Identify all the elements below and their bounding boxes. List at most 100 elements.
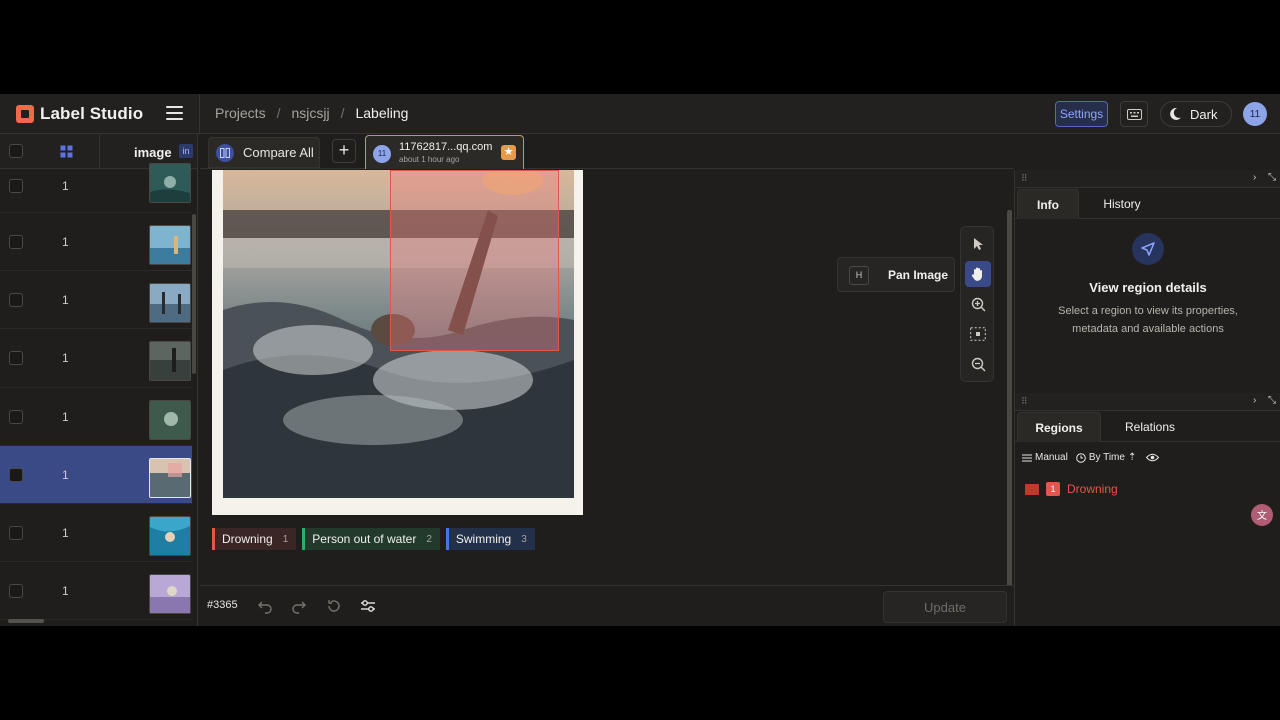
tab-regions[interactable]: Regions: [1017, 412, 1101, 442]
compare-all-button[interactable]: Compare All: [208, 137, 320, 168]
collapse-icon[interactable]: ›: [1253, 395, 1256, 406]
label-hotkey: 3: [521, 533, 527, 545]
table-row[interactable]: 1: [0, 163, 192, 213]
settings-sliders-icon[interactable]: [360, 598, 376, 614]
theme-toggle[interactable]: Dark: [1160, 101, 1232, 127]
sort-by-time-button[interactable]: By Time ⇡: [1076, 452, 1137, 463]
info-panel-header[interactable]: ⠿ › ⤡: [1015, 170, 1280, 188]
compare-all-label: Compare All: [243, 145, 314, 160]
eye-icon[interactable]: [1146, 453, 1160, 462]
cursor-icon: [974, 238, 983, 250]
table-row[interactable]: 1: [0, 388, 192, 446]
drag-handle-icon[interactable]: ⠿: [1021, 396, 1028, 407]
keyboard-shortcuts-button[interactable]: [1120, 101, 1148, 127]
drag-handle-icon[interactable]: ⠿: [1021, 173, 1028, 184]
row-checkbox[interactable]: [9, 409, 23, 424]
fit-tool[interactable]: [965, 321, 991, 347]
regions-panel-header[interactable]: ⠿ › ⤡: [1015, 393, 1280, 411]
hotkey-badge: H: [849, 266, 869, 285]
add-annotation-button[interactable]: +: [332, 139, 356, 163]
annotation-tab[interactable]: 11 11762817...qq.com about 1 hour ago ★: [365, 135, 524, 169]
annotation-count: 1: [62, 293, 69, 308]
zoom-in-tool[interactable]: [965, 291, 991, 317]
top-bar: Label Studio Projects / nsjcsjj / Labeli…: [0, 94, 1280, 134]
table-row[interactable]: 1: [0, 329, 192, 388]
fit-screen-icon: [970, 327, 986, 341]
label-name: Person out of water: [312, 532, 417, 546]
tab-relations[interactable]: Relations: [1115, 412, 1185, 442]
translate-icon[interactable]: 文: [1251, 504, 1273, 526]
row-checkbox[interactable]: [9, 179, 23, 193]
table-row[interactable]: 1: [0, 504, 192, 563]
region-type-icon: [1025, 483, 1039, 495]
sort-direction-icon: ⇡: [1127, 452, 1137, 463]
row-checkbox[interactable]: [9, 293, 23, 308]
collapse-icon[interactable]: ›: [1253, 172, 1256, 183]
row-checkbox[interactable]: [9, 467, 23, 482]
select-all-checkbox[interactable]: [9, 144, 23, 158]
table-row[interactable]: 1: [0, 562, 192, 621]
expand-icon[interactable]: ⤡: [1268, 172, 1276, 183]
row-checkbox[interactable]: [9, 525, 23, 540]
zoom-out-tool[interactable]: [965, 351, 991, 377]
label-swimming[interactable]: Swimming 3: [445, 528, 535, 550]
breadcrumb-project[interactable]: nsjcsjj: [291, 105, 329, 121]
info-title: View region details: [1089, 280, 1207, 295]
labeling-canvas[interactable]: H Pan Image Drowning 1 Person out of wat…: [200, 170, 1014, 586]
tab-info[interactable]: Info: [1017, 189, 1079, 219]
breadcrumb-separator: /: [340, 105, 345, 121]
label-drowning[interactable]: Drowning 1: [212, 528, 297, 550]
tab-history[interactable]: History: [1089, 189, 1155, 219]
star-icon[interactable]: ★: [501, 145, 516, 160]
table-row[interactable]: 1: [0, 213, 192, 272]
toolbar: [960, 226, 994, 382]
pan-tool[interactable]: [965, 261, 991, 287]
label-person-out-of-water[interactable]: Person out of water 2: [302, 528, 440, 550]
image-thumbnail: [149, 341, 191, 382]
task-image[interactable]: [223, 170, 574, 498]
columns-icon[interactable]: [60, 145, 73, 158]
hand-icon: [971, 267, 982, 281]
select-tool[interactable]: [965, 231, 991, 257]
table-row[interactable]: 1: [0, 445, 192, 504]
table-row[interactable]: 1: [0, 271, 192, 330]
canvas-scrollbar[interactable]: [1007, 210, 1012, 586]
label-studio-app: Label Studio Projects / nsjcsjj / Labeli…: [0, 94, 1280, 626]
label-hotkey: 2: [426, 533, 432, 545]
row-checkbox[interactable]: [9, 351, 23, 366]
row-checkbox[interactable]: [9, 235, 23, 249]
tooltip-text: Pan Image: [888, 268, 949, 282]
logo[interactable]: Label Studio: [16, 104, 143, 124]
breadcrumb-projects[interactable]: Projects: [215, 105, 266, 121]
column-divider: [99, 134, 100, 169]
moon-icon: [1170, 107, 1181, 120]
regions-tabs: Regions Relations: [1015, 412, 1280, 442]
settings-button[interactable]: Settings: [1055, 101, 1108, 127]
pan-image-tooltip: H Pan Image: [837, 257, 955, 292]
row-checkbox[interactable]: [9, 584, 23, 599]
table-vertical-scrollbar[interactable]: [192, 214, 196, 374]
label-name: Swimming: [455, 532, 512, 546]
reset-icon[interactable]: [326, 598, 342, 614]
region-list-item[interactable]: 1 Drowning: [1025, 482, 1118, 496]
group-manual-button[interactable]: Manual: [1022, 452, 1068, 463]
bounding-box-region[interactable]: [390, 170, 559, 351]
hamburger-menu-icon[interactable]: [166, 106, 183, 120]
column-type-badge: in: [179, 144, 193, 158]
annotation-count: 1: [62, 179, 69, 193]
user-avatar[interactable]: 11: [1243, 102, 1267, 126]
annotation-time: about 1 hour ago: [399, 155, 460, 164]
column-header-image[interactable]: image: [134, 145, 172, 160]
image-thumbnail: [149, 225, 191, 265]
expand-icon[interactable]: ⤡: [1268, 395, 1276, 406]
label-choices: Drowning 1 Person out of water 2 Swimmin…: [212, 528, 535, 550]
image-thumbnail: [149, 163, 191, 203]
list-icon: [1022, 454, 1032, 461]
label-hotkey: 1: [282, 533, 289, 545]
annotation-count: 1: [62, 467, 69, 482]
update-button[interactable]: Update: [883, 591, 1007, 623]
redo-icon[interactable]: [291, 598, 307, 614]
table-horizontal-scrollbar[interactable]: [8, 619, 44, 623]
image-frame: [212, 170, 583, 515]
undo-icon[interactable]: [257, 598, 273, 614]
